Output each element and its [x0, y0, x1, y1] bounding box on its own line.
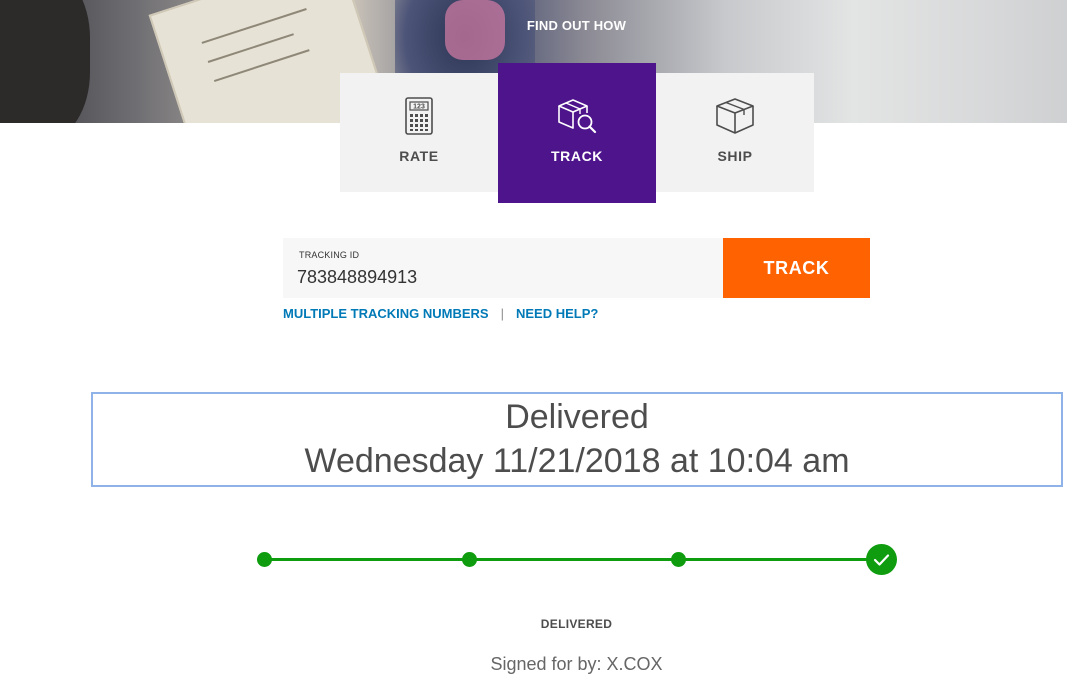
svg-text:123: 123 [413, 104, 425, 111]
delivery-status-box: Delivered Wednesday 11/21/2018 at 10:04 … [91, 392, 1063, 487]
progress-current-label: DELIVERED [540, 617, 613, 631]
tab-ship[interactable]: SHIP [656, 73, 814, 192]
checkmark-icon [866, 554, 897, 579]
shipment-progress-bar [0, 540, 1067, 580]
service-tabs: 123 RATE TRACK SHIP [340, 63, 814, 203]
box-icon [715, 97, 755, 140]
box-search-icon [556, 97, 598, 140]
multiple-tracking-numbers-link[interactable]: MULTIPLE TRACKING NUMBERS [283, 306, 489, 321]
tracking-help-links: MULTIPLE TRACKING NUMBERS | NEED HELP? [283, 306, 598, 321]
progress-step-4-complete [866, 544, 897, 575]
need-help-link[interactable]: NEED HELP? [516, 306, 598, 321]
tab-rate[interactable]: 123 RATE [340, 73, 498, 192]
tab-rate-label: RATE [399, 148, 439, 164]
tab-ship-label: SHIP [717, 148, 753, 164]
status-headline: Delivered [505, 398, 649, 436]
progress-step-1 [257, 552, 272, 567]
status-datetime: Wednesday 11/21/2018 at 10:04 am [304, 442, 850, 480]
tracking-id-input[interactable] [297, 265, 697, 289]
tracking-id-field[interactable]: TRACKING ID [283, 238, 723, 298]
track-button[interactable]: TRACK [723, 238, 870, 298]
progress-track [264, 558, 881, 561]
tab-track[interactable]: TRACK [498, 63, 656, 203]
calculator-icon: 123 [405, 97, 433, 140]
link-separator: | [500, 306, 504, 321]
progress-step-2 [462, 552, 477, 567]
tab-track-label: TRACK [551, 148, 603, 164]
tracking-page: FIND OUT HOW 123 RATE TRACK SHIP TRACKIN… [0, 0, 1067, 674]
hero-find-out-how-link[interactable]: FIND OUT HOW [0, 18, 1067, 33]
signed-for-by: Signed for by: X.COX [490, 654, 663, 674]
progress-step-3 [671, 552, 686, 567]
tracking-id-label: TRACKING ID [299, 250, 360, 260]
